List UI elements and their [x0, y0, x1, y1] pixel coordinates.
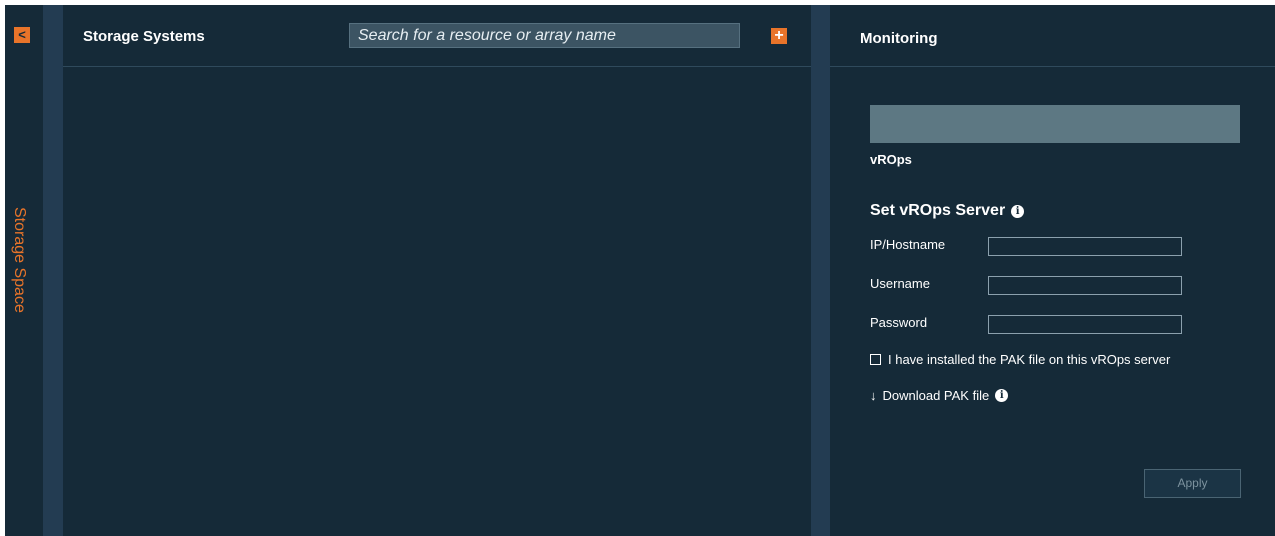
download-pak-link[interactable]: ↓ Download PAK file i: [870, 388, 1009, 403]
monitoring-panel-title: Monitoring: [860, 30, 938, 47]
pak-installed-checkbox[interactable]: [870, 354, 881, 365]
pak-installed-checkbox-row[interactable]: I have installed the PAK file on this vR…: [870, 352, 1170, 367]
monitoring-panel-header: Monitoring: [830, 5, 1275, 67]
set-vrops-server-heading: Set vROps Server i: [870, 202, 1025, 220]
panel-divider: [811, 5, 830, 536]
username-field[interactable]: [988, 276, 1182, 295]
sidebar-label-storage-space[interactable]: Storage Space: [10, 207, 28, 313]
storage-systems-panel: Storage Systems +: [63, 5, 811, 536]
search-input[interactable]: [349, 23, 740, 48]
panel-divider: [43, 5, 63, 536]
collapsed-sidebar: < Storage Space: [5, 5, 43, 536]
pak-installed-label: I have installed the PAK file on this vR…: [888, 352, 1171, 367]
username-label: Username: [870, 276, 930, 291]
storage-panel-header: Storage Systems +: [63, 5, 811, 67]
download-icon: ↓: [870, 388, 877, 403]
ip-hostname-field[interactable]: [988, 237, 1182, 256]
app-frame: < Storage Space Storage Systems + Monito…: [5, 5, 1275, 536]
info-icon[interactable]: i: [995, 389, 1009, 402]
vrops-logo-placeholder: [870, 105, 1240, 143]
vrops-caption: vROps: [870, 152, 912, 167]
apply-button[interactable]: Apply: [1144, 469, 1241, 498]
ip-hostname-label: IP/Hostname: [870, 237, 946, 252]
chevron-left-icon[interactable]: <: [14, 27, 30, 43]
monitoring-panel: Monitoring vROps Set vROps Server i IP/H…: [830, 5, 1275, 536]
password-field[interactable]: [988, 315, 1182, 334]
info-icon[interactable]: i: [1011, 204, 1025, 218]
section-title-text: Set vROps Server: [870, 202, 1006, 219]
password-label: Password: [870, 315, 928, 330]
plus-icon[interactable]: +: [771, 28, 787, 44]
download-pak-label[interactable]: Download PAK file: [883, 388, 990, 403]
storage-panel-title: Storage Systems: [83, 28, 205, 45]
